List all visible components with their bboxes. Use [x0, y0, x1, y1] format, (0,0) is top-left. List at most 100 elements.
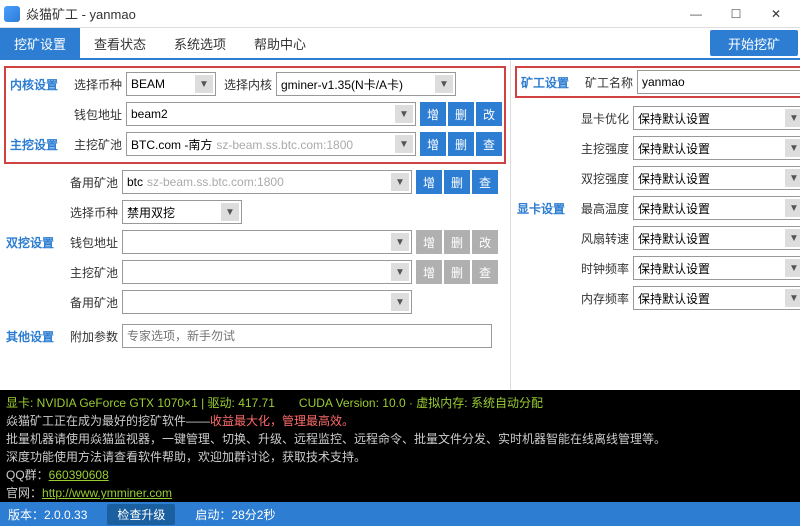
- main-section-label: 主挖设置: [8, 136, 68, 153]
- dual-wallet-label: 钱包地址: [64, 234, 122, 251]
- chevron-down-icon: ▼: [785, 139, 800, 157]
- miner-name-highlight: 矿工设置 矿工名称: [515, 66, 800, 98]
- chevron-down-icon: ▼: [195, 75, 213, 93]
- dual-int-label: 双挖强度: [575, 170, 633, 187]
- chevron-down-icon: ▼: [785, 289, 800, 307]
- pool-select[interactable]: BTC.com -南方sz-beam.ss.btc.com:1800 ▼: [126, 132, 416, 156]
- app-icon: [4, 6, 20, 22]
- kernel-select[interactable]: gminer-v1.35(N卡/A卡) ▼: [276, 72, 456, 96]
- pool-chk-button[interactable]: 查: [476, 132, 502, 156]
- console-output: 显卡: NVIDIA GeForce GTX 1070×1 | 驱动: 417.…: [0, 390, 800, 502]
- chevron-down-icon: ▼: [435, 75, 453, 93]
- dual-coin-label: 选择币种: [64, 204, 122, 221]
- main-int-select[interactable]: 保持默认设置▼: [633, 136, 800, 160]
- dual-wallet-mod-button: 改: [472, 230, 498, 254]
- titlebar: 焱猫矿工 - yanmao — ☐ ✕: [0, 0, 800, 28]
- website-link[interactable]: http://www.ymminer.com: [42, 486, 172, 500]
- fan-label: 风扇转速: [575, 230, 633, 247]
- wallet-add-button[interactable]: 增: [420, 102, 446, 126]
- check-upgrade-button[interactable]: 检查升级: [107, 504, 175, 525]
- dual-wallet-add-button: 增: [416, 230, 442, 254]
- chevron-down-icon: ▼: [395, 135, 413, 153]
- coin-select[interactable]: BEAM ▼: [126, 72, 216, 96]
- dual-wallet-select[interactable]: ▼: [122, 230, 412, 254]
- dual-int-select[interactable]: 保持默认设置▼: [633, 166, 800, 190]
- dual-backup-select[interactable]: ▼: [122, 290, 412, 314]
- left-panel: 内核设置 选择币种 BEAM ▼ 选择内核 gminer-v1.35(N卡/A卡…: [0, 60, 511, 390]
- temp-label: 最高温度: [575, 200, 633, 217]
- close-button[interactable]: ✕: [756, 2, 796, 26]
- chevron-down-icon: ▼: [391, 233, 409, 251]
- chevron-down-icon: ▼: [785, 169, 800, 187]
- miner-section-label: 矿工设置: [519, 74, 579, 91]
- pool-label: 主挖矿池: [68, 136, 126, 153]
- clock-label: 时钟频率: [575, 260, 633, 277]
- start-mining-button[interactable]: 开始挖矿: [710, 30, 798, 56]
- wallet-select[interactable]: beam2 ▼: [126, 102, 416, 126]
- kernel-section-label: 内核设置: [8, 76, 68, 93]
- dual-wallet-del-button: 删: [444, 230, 470, 254]
- tab-help[interactable]: 帮助中心: [240, 28, 320, 58]
- wallet-del-button[interactable]: 删: [448, 102, 474, 126]
- right-panel: 矿工设置 矿工名称 显卡优化保持默认设置▼ 主挖强度保持默认设置▼ 双挖强度保持…: [511, 60, 800, 390]
- chevron-down-icon: ▼: [785, 229, 800, 247]
- clock-select[interactable]: 保持默认设置▼: [633, 256, 800, 280]
- miner-name-input[interactable]: [637, 70, 800, 94]
- coin-label: 选择币种: [68, 76, 126, 93]
- chevron-down-icon: ▼: [395, 105, 413, 123]
- kernel-section-highlight: 内核设置 选择币种 BEAM ▼ 选择内核 gminer-v1.35(N卡/A卡…: [4, 66, 506, 164]
- qq-group-link[interactable]: 660390608: [49, 468, 109, 482]
- window-title: 焱猫矿工 - yanmao: [26, 4, 676, 23]
- extra-params-label: 附加参数: [64, 328, 122, 345]
- pool-del-button[interactable]: 删: [448, 132, 474, 156]
- fan-select[interactable]: 保持默认设置▼: [633, 226, 800, 250]
- maximize-button[interactable]: ☐: [716, 2, 756, 26]
- gpu-opt-select[interactable]: 保持默认设置▼: [633, 106, 800, 130]
- mem-label: 内存频率: [575, 290, 633, 307]
- chevron-down-icon: ▼: [221, 203, 239, 221]
- chevron-down-icon: ▼: [391, 293, 409, 311]
- gpu-opt-label: 显卡优化: [575, 110, 633, 127]
- dual-pool-select[interactable]: ▼: [122, 260, 412, 284]
- dual-pool-del-button: 删: [444, 260, 470, 284]
- backup-chk-button[interactable]: 查: [472, 170, 498, 194]
- dual-pool-label: 主挖矿池: [64, 264, 122, 281]
- uptime-label: 启动：28分2秒: [195, 506, 275, 523]
- chevron-down-icon: ▼: [785, 259, 800, 277]
- wallet-mod-button[interactable]: 改: [476, 102, 502, 126]
- extra-params-input[interactable]: [122, 324, 492, 348]
- status-bar: 版本：2.0.0.33 检查升级 启动：28分2秒: [0, 502, 800, 526]
- other-section-label: 其他设置: [4, 328, 64, 345]
- tab-bar: 挖矿设置 查看状态 系统选项 帮助中心 开始挖矿: [0, 28, 800, 60]
- tab-system-options[interactable]: 系统选项: [160, 28, 240, 58]
- chevron-down-icon: ▼: [391, 173, 409, 191]
- dual-pool-add-button: 增: [416, 260, 442, 284]
- backup-pool-select[interactable]: btcsz-beam.ss.btc.com:1800 ▼: [122, 170, 412, 194]
- pool-add-button[interactable]: 增: [420, 132, 446, 156]
- console-line: QQ群：660390608: [6, 466, 794, 484]
- main-panel: 内核设置 选择币种 BEAM ▼ 选择内核 gminer-v1.35(N卡/A卡…: [0, 60, 800, 390]
- kernel-label: 选择内核: [216, 76, 276, 93]
- backup-pool-label: 备用矿池: [64, 174, 122, 191]
- console-line: 深度功能使用方法请查看软件帮助，欢迎加群讨论，获取技术支持。: [6, 448, 794, 466]
- tab-status[interactable]: 查看状态: [80, 28, 160, 58]
- mem-select[interactable]: 保持默认设置▼: [633, 286, 800, 310]
- backup-del-button[interactable]: 删: [444, 170, 470, 194]
- chevron-down-icon: ▼: [785, 199, 800, 217]
- dual-pool-chk-button: 查: [472, 260, 498, 284]
- chevron-down-icon: ▼: [391, 263, 409, 281]
- tab-mining-settings[interactable]: 挖矿设置: [0, 28, 80, 58]
- console-line: 官网：http://www.ymminer.com: [6, 484, 794, 502]
- main-int-label: 主挖强度: [575, 140, 633, 157]
- temp-select[interactable]: 保持默认设置▼: [633, 196, 800, 220]
- backup-add-button[interactable]: 增: [416, 170, 442, 194]
- dual-section-label: 双挖设置: [4, 234, 64, 251]
- version-label: 版本：2.0.0.33: [8, 506, 87, 523]
- wallet-label: 钱包地址: [68, 106, 126, 123]
- dual-backup-label: 备用矿池: [64, 294, 122, 311]
- gpu-info-line: 显卡: NVIDIA GeForce GTX 1070×1 | 驱动: 417.…: [6, 394, 794, 412]
- dual-coin-select[interactable]: 禁用双挖 ▼: [122, 200, 242, 224]
- minimize-button[interactable]: —: [676, 2, 716, 26]
- console-line: 批量机器请使用焱猫监视器，一键管理、切换、升级、远程监控、远程命令、批量文件分发…: [6, 430, 794, 448]
- console-line: 焱猫矿工正在成为最好的挖矿软件——收益最大化，管理最高效。: [6, 412, 794, 430]
